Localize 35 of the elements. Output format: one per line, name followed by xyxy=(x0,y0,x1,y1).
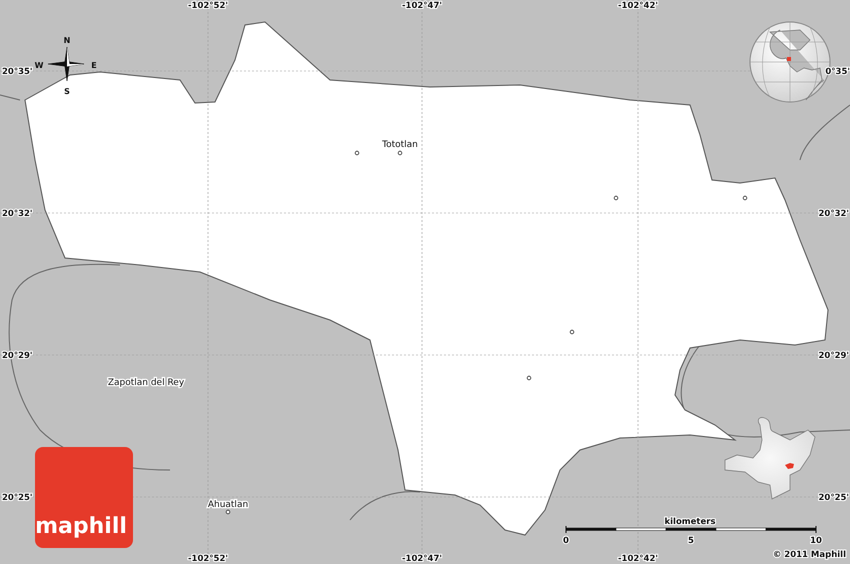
place-label: Tototlan xyxy=(382,140,418,150)
place-dot-icon xyxy=(614,196,618,200)
longitude-label: -102°47' xyxy=(402,1,442,11)
latitude-label: 0°35' xyxy=(825,67,850,77)
scale-tick-label: 0 xyxy=(563,536,569,546)
latitude-label: 20°25' xyxy=(818,493,849,503)
place-label: Zapotlan del Rey xyxy=(108,378,184,388)
place-dot-icon xyxy=(226,510,230,514)
latitude-label: 20°32' xyxy=(818,209,849,219)
place-dot-icon xyxy=(742,196,748,200)
place-dot-icon xyxy=(354,150,360,156)
compass-letter: S xyxy=(64,87,70,96)
copyright-text: © 2011 Maphill xyxy=(772,550,846,560)
place-dot-icon xyxy=(570,330,574,334)
logo-wordmark: maphill xyxy=(35,514,127,539)
scale-tick-label: 10 xyxy=(810,536,822,546)
latitude-label: 20°35' xyxy=(2,67,33,77)
compass-letter: N xyxy=(64,36,70,45)
longitude-label: -102°52' xyxy=(188,554,228,564)
latitude-label: 20°29' xyxy=(2,351,33,361)
compass-letter: W xyxy=(34,61,44,70)
compass-rose-icon xyxy=(48,46,84,82)
latitude-label: 20°32' xyxy=(2,209,33,219)
longitude-label: -102°42' xyxy=(618,554,658,564)
compass-letter: E xyxy=(91,61,97,70)
place-dot-icon xyxy=(526,376,532,380)
longitude-label: -102°47' xyxy=(402,554,442,564)
longitude-label: -102°52' xyxy=(188,1,228,11)
place-label: Ahuatlan xyxy=(208,500,248,510)
place-dot-icon xyxy=(398,150,402,156)
scale-tick-label: 5 xyxy=(688,536,694,546)
longitude-label: -102°42' xyxy=(618,1,658,11)
latitude-label: 20°25' xyxy=(2,493,33,503)
scale-title: kilometers xyxy=(664,517,716,527)
latitude-label: 20°29' xyxy=(818,351,849,361)
